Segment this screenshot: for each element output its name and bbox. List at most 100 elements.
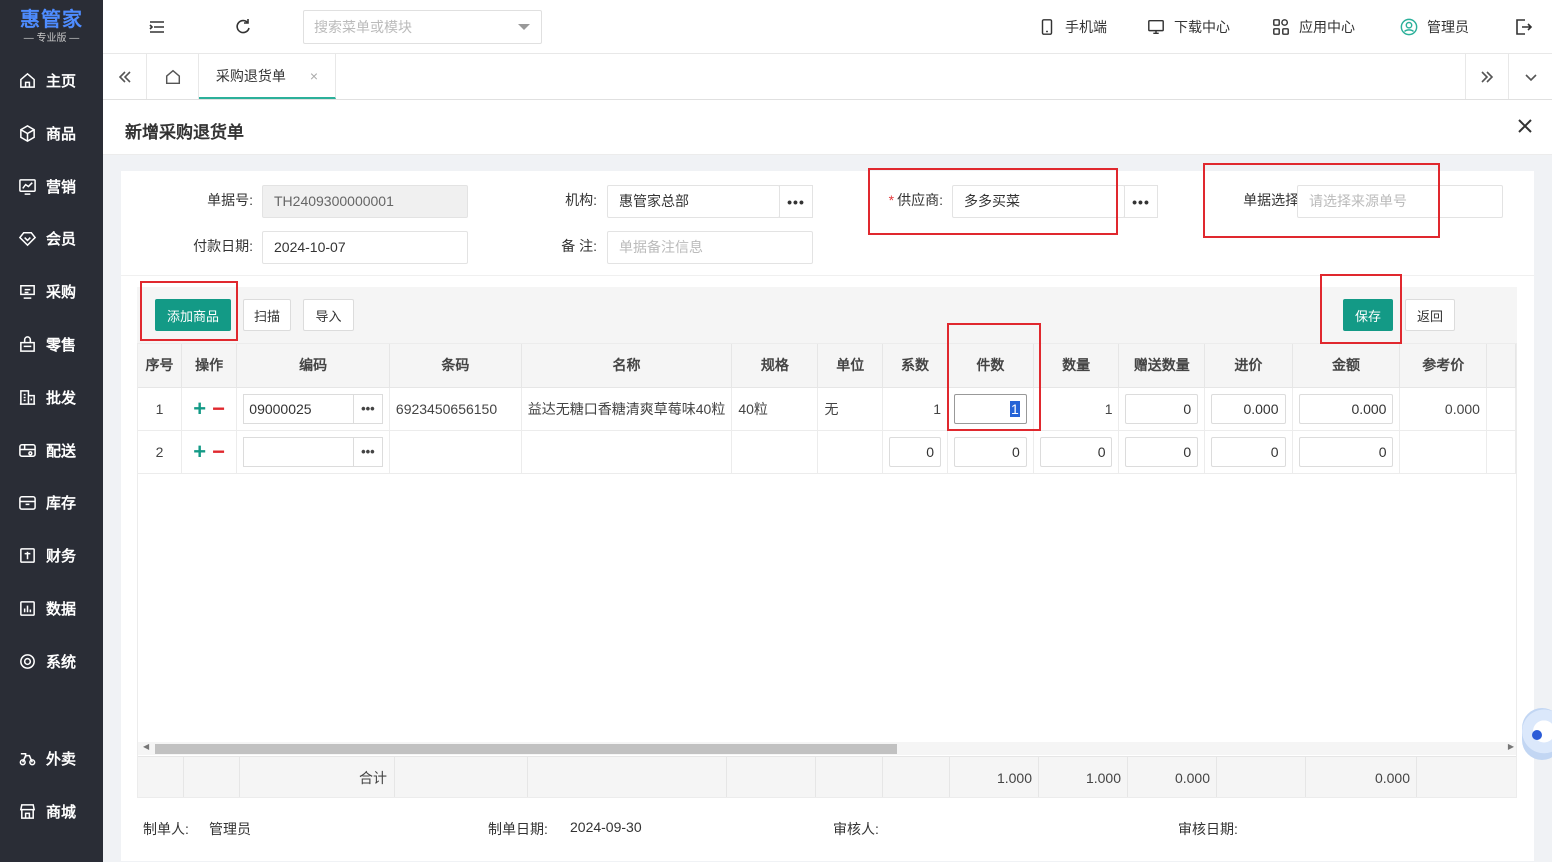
download-center-link[interactable]: 下载中心 xyxy=(1147,17,1230,37)
sidebar-item-label: 库存 xyxy=(46,494,77,512)
barcode-cell xyxy=(389,430,522,474)
import-button[interactable]: 导入 xyxy=(303,299,354,331)
sidebar-item-delivery[interactable]: 配送 xyxy=(0,430,103,470)
save-button[interactable]: 保存 xyxy=(1343,299,1393,331)
close-icon[interactable] xyxy=(1516,117,1534,135)
sum-pieces: 1.000 xyxy=(996,770,1032,786)
add-row-icon[interactable]: + xyxy=(193,396,206,421)
sum-amount: 0.000 xyxy=(1374,770,1410,786)
sum-qty: 1.000 xyxy=(1085,770,1121,786)
code-picker-button[interactable]: ••• xyxy=(352,393,383,424)
chevron-down-icon[interactable] xyxy=(518,24,530,30)
add-row-icon[interactable]: + xyxy=(193,439,206,464)
inventory-icon xyxy=(19,495,36,510)
menu-search-input[interactable]: 搜索菜单或模块 xyxy=(303,10,542,44)
qty-input[interactable]: 0 xyxy=(1039,436,1113,467)
gift-qty-input[interactable]: 0 xyxy=(1125,393,1199,424)
remove-row-icon[interactable]: − xyxy=(212,396,225,421)
refresh-icon[interactable] xyxy=(233,17,253,37)
note-field[interactable]: 单据备注信息 xyxy=(607,231,813,264)
pay-date-field[interactable]: 2024-10-07 xyxy=(262,231,468,264)
user-name: 管理员 xyxy=(1427,19,1469,35)
source-doc-field[interactable]: 请选择来源单号 xyxy=(1297,185,1503,218)
assistant-robot-icon[interactable] xyxy=(1522,708,1552,760)
gift-qty-input[interactable]: 0 xyxy=(1125,436,1199,467)
row-ops: + − xyxy=(181,387,238,431)
monitor-icon xyxy=(1148,19,1164,35)
pieces-input[interactable]: 0 xyxy=(954,436,1027,467)
sidebar-item-system[interactable]: 系统 xyxy=(0,641,103,681)
summary-row: 合计 1.000 1.000 0.000 0.000 xyxy=(138,756,1516,797)
price-input[interactable]: 0.000 xyxy=(1211,393,1286,424)
apps-icon xyxy=(1273,19,1289,35)
name-cell xyxy=(521,430,733,474)
tabs-scroll-right[interactable] xyxy=(1465,54,1509,99)
pieces-input[interactable]: 1 xyxy=(954,393,1027,424)
sidebar-item-label: 营销 xyxy=(46,178,77,196)
pieces-cell: 0 xyxy=(947,430,1034,474)
supplier-picker-button[interactable]: ••• xyxy=(1124,185,1158,218)
tab-purchase-return[interactable]: 采购退货单 × xyxy=(199,54,336,99)
back-button[interactable]: 返回 xyxy=(1405,299,1455,331)
logo-main-text: 惠管家 xyxy=(20,9,83,31)
col-header: 编码 xyxy=(236,344,390,388)
sidebar-item-inventory[interactable]: 库存 xyxy=(0,482,103,522)
org-field[interactable]: 惠管家总部 xyxy=(607,185,780,218)
sidebar-item-finance[interactable]: 财务 xyxy=(0,535,103,575)
sidebar-item-goods[interactable]: 商品 xyxy=(0,113,103,153)
tab-close-icon[interactable]: × xyxy=(310,68,318,84)
app-center-link[interactable]: 应用中心 xyxy=(1272,17,1355,37)
sidebar-item-takeout[interactable]: 外卖 xyxy=(0,738,103,778)
tab-home[interactable] xyxy=(147,54,199,99)
user-menu[interactable]: 管理员 xyxy=(1400,17,1469,37)
menu-toggle-icon[interactable] xyxy=(147,17,167,37)
amount-input[interactable]: 0.000 xyxy=(1298,393,1394,424)
sidebar-item-marketing[interactable]: 营销 xyxy=(0,166,103,206)
sidebar-item-home[interactable]: 主页 xyxy=(0,60,103,100)
col-header: 操作 xyxy=(181,344,238,388)
org-picker-button[interactable]: ••• xyxy=(779,185,813,218)
filler-cell xyxy=(1486,430,1516,474)
sidebar-item-label: 零售 xyxy=(46,336,77,354)
amount-input[interactable]: 0 xyxy=(1298,436,1394,467)
spec-cell: 40粒 xyxy=(731,387,819,431)
scroll-right-icon[interactable]: ▶ xyxy=(1508,742,1514,751)
sidebar-item-label: 批发 xyxy=(46,389,77,407)
sidebar-item-wholesale[interactable]: 批发 xyxy=(0,377,103,417)
price-cell: 0 xyxy=(1204,430,1293,474)
doc-no-field: TH2409300000001 xyxy=(262,185,468,218)
horizontal-scrollbar[interactable]: ◀ ▶ xyxy=(138,742,1516,755)
code-picker-button[interactable]: ••• xyxy=(352,436,383,467)
code-input[interactable] xyxy=(243,436,353,467)
sidebar-item-member[interactable]: 会员 xyxy=(0,218,103,258)
unit-cell xyxy=(817,430,883,474)
scooter-icon xyxy=(19,752,36,765)
gift-cell: 0 xyxy=(1118,387,1206,431)
remove-row-icon[interactable]: − xyxy=(212,439,225,464)
tabs-menu[interactable] xyxy=(1509,54,1552,99)
scroll-left-icon[interactable]: ◀ xyxy=(143,742,149,751)
sidebar-item-retail[interactable]: 零售 xyxy=(0,324,103,364)
col-header: 参考价 xyxy=(1399,344,1487,388)
sidebar-item-data[interactable]: 数据 xyxy=(0,588,103,628)
table-header-row: 序号 操作 编码 条码 名称 规格 单位 系数 件数 数量 赠送数量 进价 金额… xyxy=(138,344,1516,388)
factor-input[interactable]: 0 xyxy=(889,436,942,467)
ref-price-cell: 0.000 xyxy=(1399,387,1487,431)
mobile-link[interactable]: 手机端 xyxy=(1038,17,1107,37)
sidebar-item-label: 配送 xyxy=(46,442,77,460)
supplier-field[interactable]: 多多买菜 xyxy=(952,185,1125,218)
price-input[interactable]: 0 xyxy=(1211,436,1286,467)
logout-icon[interactable] xyxy=(1513,17,1533,37)
scrollbar-thumb[interactable] xyxy=(155,744,897,754)
sidebar-item-purchase[interactable]: 采购 xyxy=(0,271,103,311)
tabs-scroll-left[interactable] xyxy=(103,54,147,99)
code-input[interactable]: 09000025 xyxy=(243,393,353,424)
mobile-label: 手机端 xyxy=(1065,19,1107,35)
app-logo[interactable]: 惠管家 — 专业版 — xyxy=(0,0,103,54)
make-date-label: 制单日期: xyxy=(488,821,548,837)
sidebar-item-mall[interactable]: 商城 xyxy=(0,791,103,831)
pay-date-label: 付款日期: xyxy=(193,238,253,254)
scan-button[interactable]: 扫描 xyxy=(243,299,291,331)
add-goods-button[interactable]: 添加商品 xyxy=(155,299,231,331)
col-header: 系数 xyxy=(882,344,949,388)
